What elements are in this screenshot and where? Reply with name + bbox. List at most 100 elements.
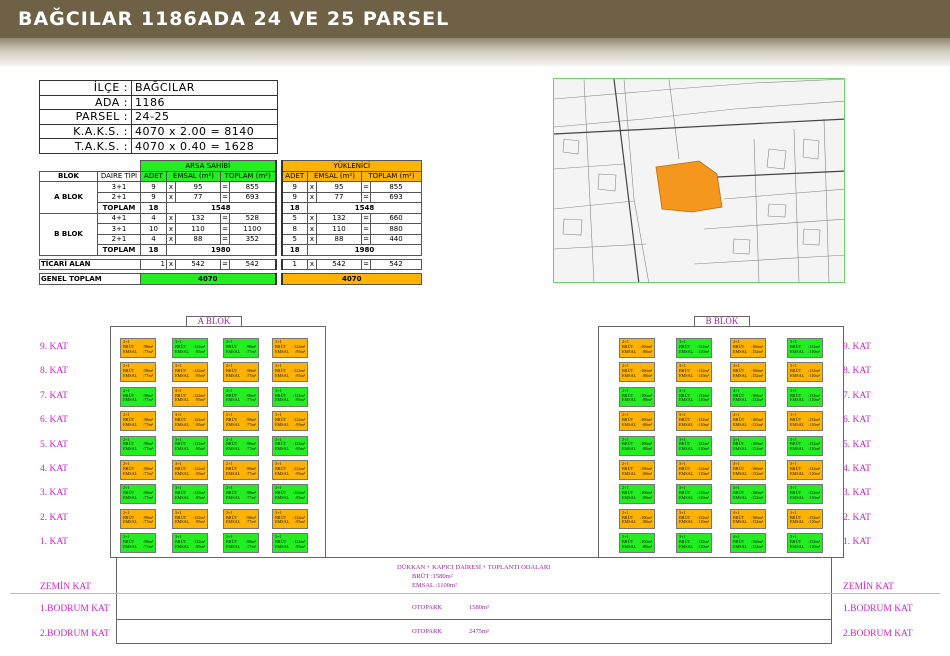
unit-emsal-word: EMSAL xyxy=(790,543,805,549)
times-sign: x xyxy=(166,258,176,270)
a-blok-apartment-unit: 3+1 BRÜT:122m² EMSAL:95m² xyxy=(272,435,308,456)
unit-emsal-row: EMSAL:88m² xyxy=(622,520,652,525)
b-blok-apartment-unit: 3+1 BRÜT:132m² EMSAL:110m² xyxy=(787,338,823,358)
unit-emsal-row: EMSAL:132m² xyxy=(733,398,763,403)
emsal-cell: 542 xyxy=(316,258,362,270)
a-blok-apartment-unit: 2+1 BRÜT:98m² EMSAL:77m² xyxy=(223,533,259,554)
emsal-cell: 77 xyxy=(175,191,221,203)
unit-emsal: :77m² xyxy=(246,494,256,500)
unit-emsal-row: EMSAL:88m² xyxy=(622,446,652,452)
unit-emsal-row: EMSAL:95m² xyxy=(175,520,205,525)
unit-emsal-word: EMSAL xyxy=(123,519,138,525)
floor-label-right: 5. KAT xyxy=(843,439,871,450)
b-blok-apartment-unit: 3+1 BRÜT:132m² EMSAL:110m² xyxy=(787,435,823,456)
unit-emsal: :77m² xyxy=(143,372,153,378)
info-key: ADA : xyxy=(39,94,132,111)
equals-sign: = xyxy=(220,233,230,245)
unit-emsal: :95m² xyxy=(195,397,205,403)
floor-label-right: 4. KAT xyxy=(843,464,871,474)
unit-emsal-word: EMSAL xyxy=(679,519,694,525)
tip-cell: 3+1 xyxy=(97,181,141,193)
unit-emsal: :77m² xyxy=(143,519,153,525)
unit-emsal-row: EMSAL:132m² xyxy=(733,446,763,452)
otopark2-value: 2475m² xyxy=(469,628,490,635)
info-row: İLÇE : BAĞCILAR xyxy=(39,80,278,96)
a-blok-apartment-unit: 3+1 BRÜT:122m² EMSAL:95m² xyxy=(172,533,208,554)
unit-emsal: :77m² xyxy=(246,519,256,525)
emsal-cell: 110 xyxy=(175,223,221,235)
unit-emsal: :95m² xyxy=(295,446,305,452)
unit-emsal-row: EMSAL:95m² xyxy=(275,446,305,452)
tip-cell: 4+1 xyxy=(97,212,141,224)
b-blok-apartment-unit: 3+1 BRÜT:132m² EMSAL:110m² xyxy=(676,338,712,358)
unit-emsal-row: EMSAL:95m² xyxy=(175,373,205,379)
b-blok-apartment-unit: 2+1 BRÜT:106m² EMSAL:88m² xyxy=(619,338,655,358)
otopark1-value: 1580m² xyxy=(469,604,490,611)
unit-emsal: :95m² xyxy=(195,421,205,427)
emsal-cell: 88 xyxy=(175,233,221,245)
info-value: 1186 xyxy=(131,94,278,111)
info-key: K.A.K.S. : xyxy=(39,123,132,140)
toplam-col-header: TOPLAM (m²) xyxy=(220,170,276,182)
unit-emsal-word: EMSAL xyxy=(679,421,694,427)
unit-emsal: :95m² xyxy=(195,446,205,452)
unit-emsal-row: EMSAL:110m² xyxy=(790,446,820,452)
b-blok-apartment-unit: 2+1 BRÜT:106m² EMSAL:88m² xyxy=(619,484,655,505)
emsal-col-header: EMSAL (m²) xyxy=(166,170,221,182)
unit-emsal: :110m² xyxy=(808,348,820,354)
unit-emsal-row: EMSAL:110m² xyxy=(790,470,820,477)
floor-label-left: 6. KAT xyxy=(40,415,68,426)
unit-emsal: :88m² xyxy=(642,470,652,476)
bodrum1-label-right: 1.BODRUM KAT xyxy=(843,604,913,614)
unit-emsal-row: EMSAL :77m² xyxy=(123,372,153,379)
unit-emsal-word: EMSAL xyxy=(679,543,694,549)
zemin-kat-area: DÜKKAN + KAPICI DAİRESİ + TOPLANTI ODALA… xyxy=(116,557,832,620)
unit-emsal: :110m² xyxy=(808,446,820,452)
unit-emsal-row: EMSAL:132m² xyxy=(733,471,763,477)
b-blok-apartment-unit: 4+1 BRÜT:166m² EMSAL:132m² xyxy=(730,460,766,480)
bodrum1-label-left: 1.BODRUM KAT xyxy=(40,604,110,614)
unit-emsal-row: EMSAL:110m² xyxy=(679,446,709,452)
a-blok-apartment-unit: 3+1 BRÜT:122m² EMSAL:95m² xyxy=(172,484,208,505)
unit-emsal: :110m² xyxy=(697,397,709,403)
unit-emsal: :88m² xyxy=(642,397,652,403)
unit-emsal-word: EMSAL xyxy=(622,397,637,403)
unit-emsal: :110m² xyxy=(697,446,709,452)
unit-emsal-word: EMSAL xyxy=(123,372,138,378)
unit-emsal-word: EMSAL xyxy=(275,421,290,427)
unit-emsal-row: EMSAL:77m² xyxy=(226,544,256,550)
adet-cell: 4 xyxy=(140,212,167,224)
unit-emsal: :95m² xyxy=(195,543,205,549)
unit-emsal-word: EMSAL xyxy=(123,348,138,354)
emsal-cell: 110 xyxy=(316,223,362,235)
sum-total: 1548 xyxy=(307,202,422,214)
a-blok-apartment-unit: 2+1 BRÜT:98m² EMSAL:77m² xyxy=(120,435,156,456)
a-blok-apartment-unit: 2+1 BRÜT:98m² EMSAL:77m² xyxy=(120,338,156,358)
unit-emsal-row: EMSAL:110m² xyxy=(790,520,820,525)
times-sign: x xyxy=(307,181,317,193)
b-blok-apartment-unit: 3+1 BRÜT:132m² EMSAL:110m² xyxy=(676,435,712,456)
parcel-info-table: İLÇE : BAĞCILAR ADA :1186 PARSEL :24-25 K… xyxy=(39,80,278,154)
unit-emsal: :132m² xyxy=(751,446,763,452)
unit-emsal-word: EMSAL xyxy=(790,470,805,476)
info-value: 4070 x 2.00 = 8140 xyxy=(131,123,278,140)
equals-sign: = xyxy=(361,181,371,193)
adet-total: 18 xyxy=(281,202,308,214)
unit-emsal-row: EMSAL:95m² xyxy=(275,495,305,501)
times-sign: x xyxy=(307,258,317,270)
unit-emsal-word: EMSAL xyxy=(622,470,637,476)
a-blok-apartment-unit: 2+1 BRÜT:98m² EMSAL:77m² xyxy=(120,362,156,383)
adet-col-header: ADET xyxy=(281,170,308,182)
zemin-kat-label-left: ZEMİN KAT xyxy=(40,582,91,592)
unit-emsal: :95m² xyxy=(195,348,205,354)
b-blok-apartment-unit: 2+1 BRÜT:106m² EMSAL:88m² xyxy=(619,533,655,554)
unit-emsal-word: EMSAL xyxy=(622,446,637,452)
unit-emsal-word: EMSAL xyxy=(733,446,748,452)
toplam-cell: 440 xyxy=(370,233,422,245)
unit-emsal: :132m² xyxy=(751,421,763,427)
unit-emsal: :110m² xyxy=(697,372,709,378)
b-blok-apartment-unit: 4+1 BRÜT:166m² EMSAL:132m² xyxy=(730,386,766,407)
adet-cell: 5 xyxy=(281,212,308,224)
unit-emsal: :110m² xyxy=(697,543,709,549)
unit-emsal-row: EMSAL:77m² xyxy=(226,446,256,452)
